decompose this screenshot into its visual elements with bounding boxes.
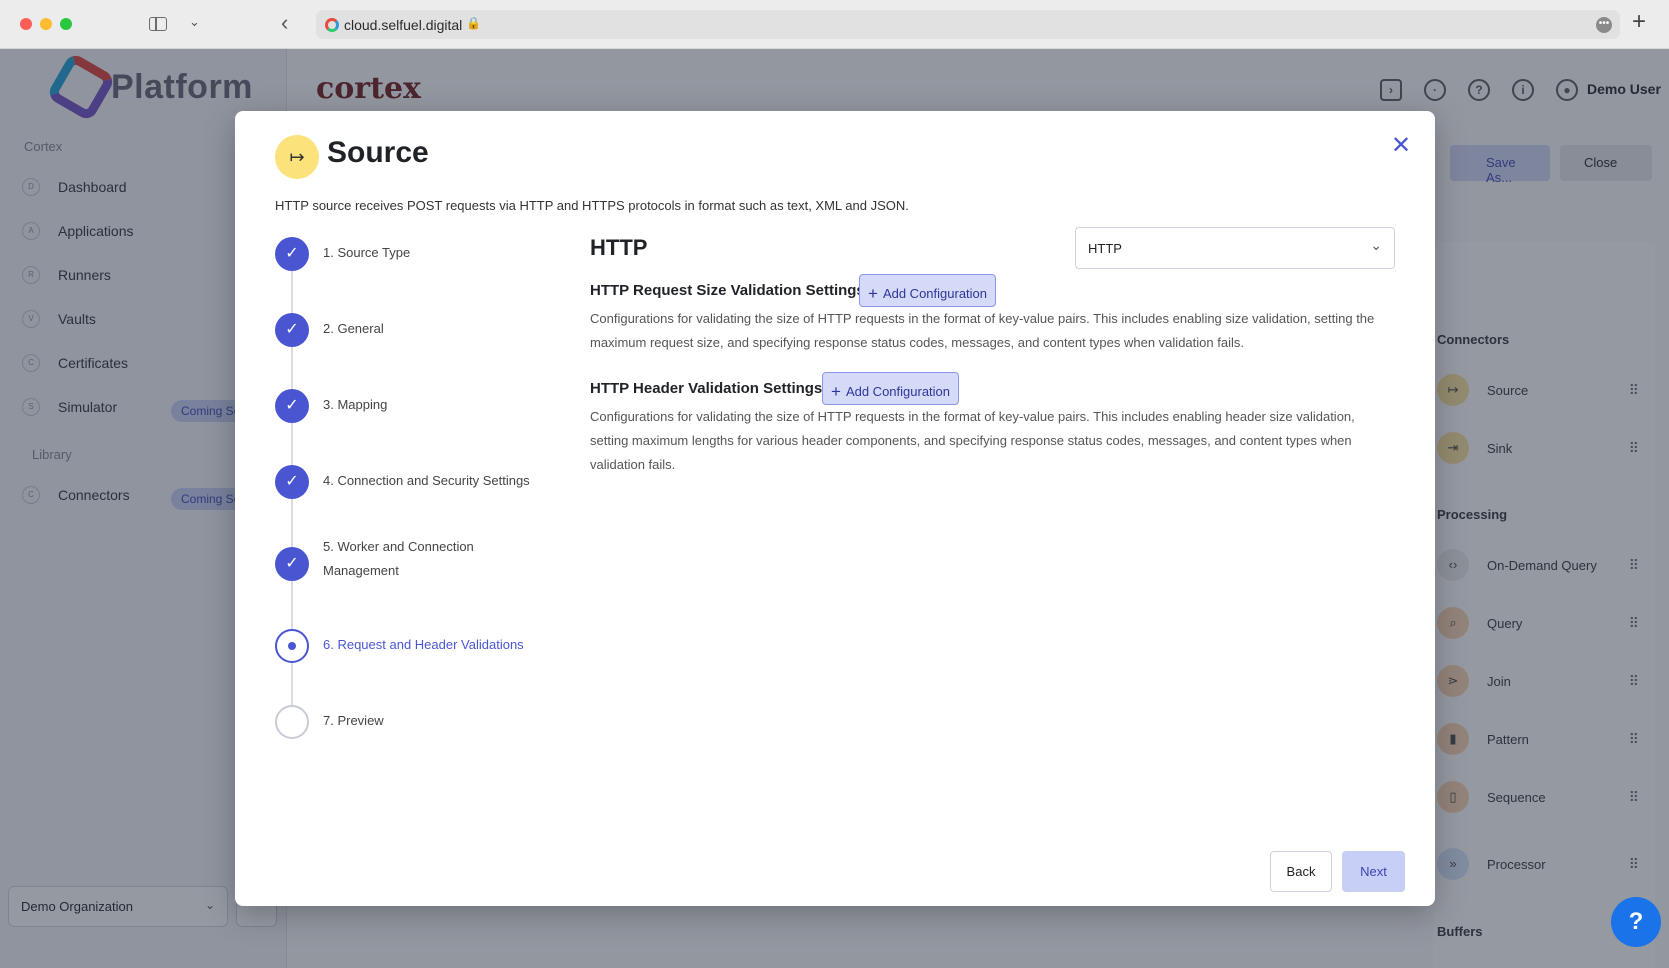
step-label: 3. Mapping: [323, 397, 388, 412]
request-size-section-title: HTTP Request Size Validation Settings: [590, 282, 865, 299]
lock-icon: 🔒: [466, 16, 481, 30]
step-label: 4. Connection and Security Settings: [323, 473, 530, 488]
step-label: 2. General: [323, 321, 384, 336]
source-type-select-value: HTTP: [1088, 241, 1122, 256]
step-label: 7. Preview: [323, 713, 384, 728]
button-label: Add Configuration: [882, 286, 988, 301]
check-icon: ✓: [275, 547, 309, 581]
window-zoom-dot[interactable]: [60, 18, 72, 30]
modal-title: Source: [327, 136, 429, 169]
plus-icon: +: [831, 382, 841, 401]
help-button[interactable]: ?: [1611, 897, 1661, 947]
request-size-section-desc: Configurations for validating the size o…: [590, 311, 1375, 350]
add-request-size-config-button[interactable]: + Add Configuration: [859, 274, 997, 307]
source-type-select[interactable]: HTTP ⌄: [1075, 227, 1395, 269]
browser-toolbar: ⌄ ‹ cloud.selfuel.digital 🔒 ••• +: [0, 0, 1669, 49]
window-close-dot[interactable]: [20, 18, 32, 30]
add-header-config-button[interactable]: + Add Configuration: [822, 372, 960, 405]
header-section-title: HTTP Header Validation Settings: [590, 380, 823, 397]
chevron-down-icon: ⌄: [1370, 237, 1382, 253]
address-bar[interactable]: cloud.selfuel.digital 🔒 •••: [316, 10, 1620, 39]
back-button[interactable]: Back: [1270, 851, 1332, 892]
new-tab-icon[interactable]: +: [1632, 8, 1646, 36]
url-text: cloud.selfuel.digital: [344, 17, 463, 33]
sidebar-toggle-icon[interactable]: [149, 17, 167, 31]
back-arrow-icon[interactable]: ‹: [281, 10, 288, 36]
next-button[interactable]: Next: [1342, 851, 1405, 892]
check-icon: ✓: [275, 313, 309, 347]
step-label: 1. Source Type: [323, 245, 411, 260]
source-arrow-icon: ↦: [275, 135, 319, 179]
check-icon: ✓: [275, 389, 309, 423]
content-title: HTTP: [590, 235, 648, 260]
check-icon: ✓: [275, 465, 309, 499]
site-favicon-icon: [325, 18, 339, 32]
source-wizard-modal: ↦ Source ✕ HTTP source receives POST req…: [235, 111, 1435, 906]
current-step-indicator: [275, 629, 309, 663]
chevron-down-icon[interactable]: ⌄: [189, 14, 200, 30]
more-options-icon[interactable]: •••: [1596, 17, 1612, 33]
check-icon: ✓: [275, 237, 309, 271]
window-minimize-dot[interactable]: [40, 18, 52, 30]
modal-description: HTTP source receives POST requests via H…: [275, 198, 909, 213]
step-label: 5. Worker and Connection Management: [323, 539, 474, 578]
header-section-desc: Configurations for validating the size o…: [590, 409, 1355, 472]
wizard-stepper: ✓ 1. Source Type ✓ 2. General ✓ 3. Mappi…: [275, 237, 555, 739]
step-label: 6. Request and Header Validations: [323, 637, 524, 652]
close-icon[interactable]: ✕: [1391, 131, 1411, 160]
plus-icon: +: [868, 284, 878, 303]
button-label: Add Configuration: [845, 384, 951, 399]
pending-step-indicator: [275, 705, 309, 739]
